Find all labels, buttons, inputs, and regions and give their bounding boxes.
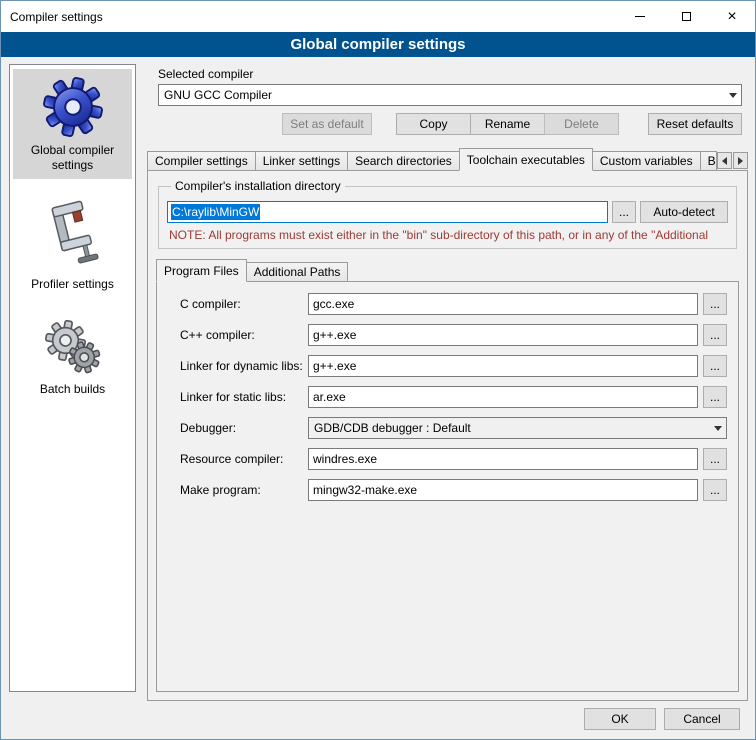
cancel-button[interactable]: Cancel [664, 708, 740, 730]
field-row-cpp-compiler: C++ compiler: ... [180, 324, 727, 346]
minimize-icon [635, 16, 645, 17]
delete-button[interactable]: Delete [544, 113, 619, 135]
field-row-make-program: Make program: ... [180, 479, 727, 501]
clamp-icon [44, 198, 102, 272]
resource-compiler-label: Resource compiler: [180, 452, 308, 466]
tab-toolchain-executables[interactable]: Toolchain executables [459, 148, 593, 171]
batch-builds-gears-icon [42, 317, 104, 377]
c-compiler-label: C compiler: [180, 297, 308, 311]
resource-compiler-browse-button[interactable]: ... [703, 448, 727, 470]
dynamic-linker-browse-button[interactable]: ... [703, 355, 727, 377]
window-title: Compiler settings [1, 10, 103, 24]
chevron-left-icon [722, 157, 727, 165]
static-linker-input[interactable] [308, 386, 698, 408]
debugger-combobox[interactable]: GDB/CDB debugger : Default [308, 417, 727, 439]
resource-compiler-input[interactable] [308, 448, 698, 470]
blue-gear-icon [42, 76, 104, 138]
tab-scroll-left-button[interactable] [717, 152, 732, 169]
dynamic-linker-label: Linker for dynamic libs: [180, 359, 308, 373]
static-linker-browse-button[interactable]: ... [703, 386, 727, 408]
sidebar-item-profiler-settings[interactable]: Profiler settings [13, 191, 132, 298]
rename-button[interactable]: Rename [470, 113, 545, 135]
tab-scroll-right-button[interactable] [733, 152, 748, 169]
tab-compiler-settings[interactable]: Compiler settings [147, 151, 256, 171]
field-row-debugger: Debugger: GDB/CDB debugger : Default [180, 417, 727, 439]
tab-build-truncated[interactable]: Buil [700, 151, 717, 171]
chevron-right-icon [738, 157, 743, 165]
make-program-label: Make program: [180, 483, 308, 497]
copy-button[interactable]: Copy [396, 113, 471, 135]
dialog-header: Global compiler settings [1, 32, 755, 57]
cpp-compiler-label: C++ compiler: [180, 328, 308, 342]
reset-defaults-button[interactable]: Reset defaults [648, 113, 742, 135]
combobox-arrow-zone[interactable] [724, 85, 741, 105]
compiler-settings-window: Compiler settings × Global compiler sett… [0, 0, 756, 740]
program-files-panel: C compiler: ... C++ compiler: ... Linker… [156, 281, 739, 692]
install-dir-browse-button[interactable]: ... [612, 201, 636, 223]
selected-compiler-label: Selected compiler [158, 67, 742, 81]
maximize-button[interactable] [663, 1, 709, 32]
subtab-program-files[interactable]: Program Files [156, 259, 247, 282]
install-dir-group-title: Compiler's installation directory [171, 179, 345, 193]
close-icon: × [727, 9, 736, 25]
install-dir-row: C:\raylib\MinGW ... Auto-detect [167, 201, 728, 223]
selected-compiler-combobox[interactable]: GNU GCC Compiler [158, 84, 742, 106]
toolchain-executables-panel: Compiler's installation directory C:\ray… [147, 170, 748, 701]
dialog-footer: OK Cancel [584, 708, 740, 730]
minimize-button[interactable] [617, 1, 663, 32]
sidebar-item-batch-builds[interactable]: Batch builds [13, 310, 132, 403]
sidebar-item-global-compiler-settings[interactable]: Global compiler settings [13, 69, 132, 179]
compiler-tabstrip: Compiler settings Linker settings Search… [147, 148, 748, 170]
field-row-dynamic-linker: Linker for dynamic libs: ... [180, 355, 727, 377]
c-compiler-input[interactable] [308, 293, 698, 315]
install-dir-note: NOTE: All programs must exist either in … [169, 228, 726, 242]
install-dir-value: C:\raylib\MinGW [171, 204, 260, 220]
set-as-default-button[interactable]: Set as default [282, 113, 372, 135]
make-program-input[interactable] [308, 479, 698, 501]
settings-sidebar: Global compiler settings Profiler settin… [9, 64, 136, 692]
tab-linker-settings[interactable]: Linker settings [255, 151, 348, 171]
cpp-compiler-input[interactable] [308, 324, 698, 346]
titlebar[interactable]: Compiler settings × [1, 1, 755, 32]
install-dir-group: Compiler's installation directory C:\ray… [158, 179, 737, 249]
ok-button[interactable]: OK [584, 708, 656, 730]
maximize-icon [682, 12, 691, 21]
field-row-static-linker: Linker for static libs: ... [180, 386, 727, 408]
tab-scrollers [716, 152, 748, 169]
dynamic-linker-input[interactable] [308, 355, 698, 377]
cpp-compiler-browse-button[interactable]: ... [703, 324, 727, 346]
subtab-additional-paths[interactable]: Additional Paths [246, 262, 349, 282]
close-button[interactable]: × [709, 1, 755, 32]
make-program-browse-button[interactable]: ... [703, 479, 727, 501]
debugger-label: Debugger: [180, 421, 308, 435]
auto-detect-button[interactable]: Auto-detect [640, 201, 728, 223]
window-controls: × [617, 1, 755, 32]
static-linker-label: Linker for static libs: [180, 390, 308, 404]
sidebar-item-label: Profiler settings [31, 277, 114, 292]
tab-search-directories[interactable]: Search directories [347, 151, 460, 171]
selected-compiler-value: GNU GCC Compiler [164, 88, 272, 102]
tab-custom-variables[interactable]: Custom variables [592, 151, 701, 171]
main-panel: Selected compiler GNU GCC Compiler Set a… [147, 63, 748, 701]
c-compiler-browse-button[interactable]: ... [703, 293, 727, 315]
debugger-value: GDB/CDB debugger : Default [314, 421, 471, 435]
install-dir-input[interactable]: C:\raylib\MinGW [167, 201, 608, 223]
sidebar-item-label: Batch builds [40, 382, 105, 397]
compiler-buttons-row: Set as default Copy Rename Delete Reset … [147, 113, 742, 135]
chevron-down-icon [714, 426, 722, 431]
program-files-tabstrip: Program Files Additional Paths [156, 259, 739, 281]
sidebar-item-label: Global compiler settings [15, 143, 130, 173]
field-row-resource-compiler: Resource compiler: ... [180, 448, 727, 470]
chevron-down-icon [729, 93, 737, 98]
combobox-arrow-zone[interactable] [709, 418, 726, 438]
field-row-c-compiler: C compiler: ... [180, 293, 727, 315]
